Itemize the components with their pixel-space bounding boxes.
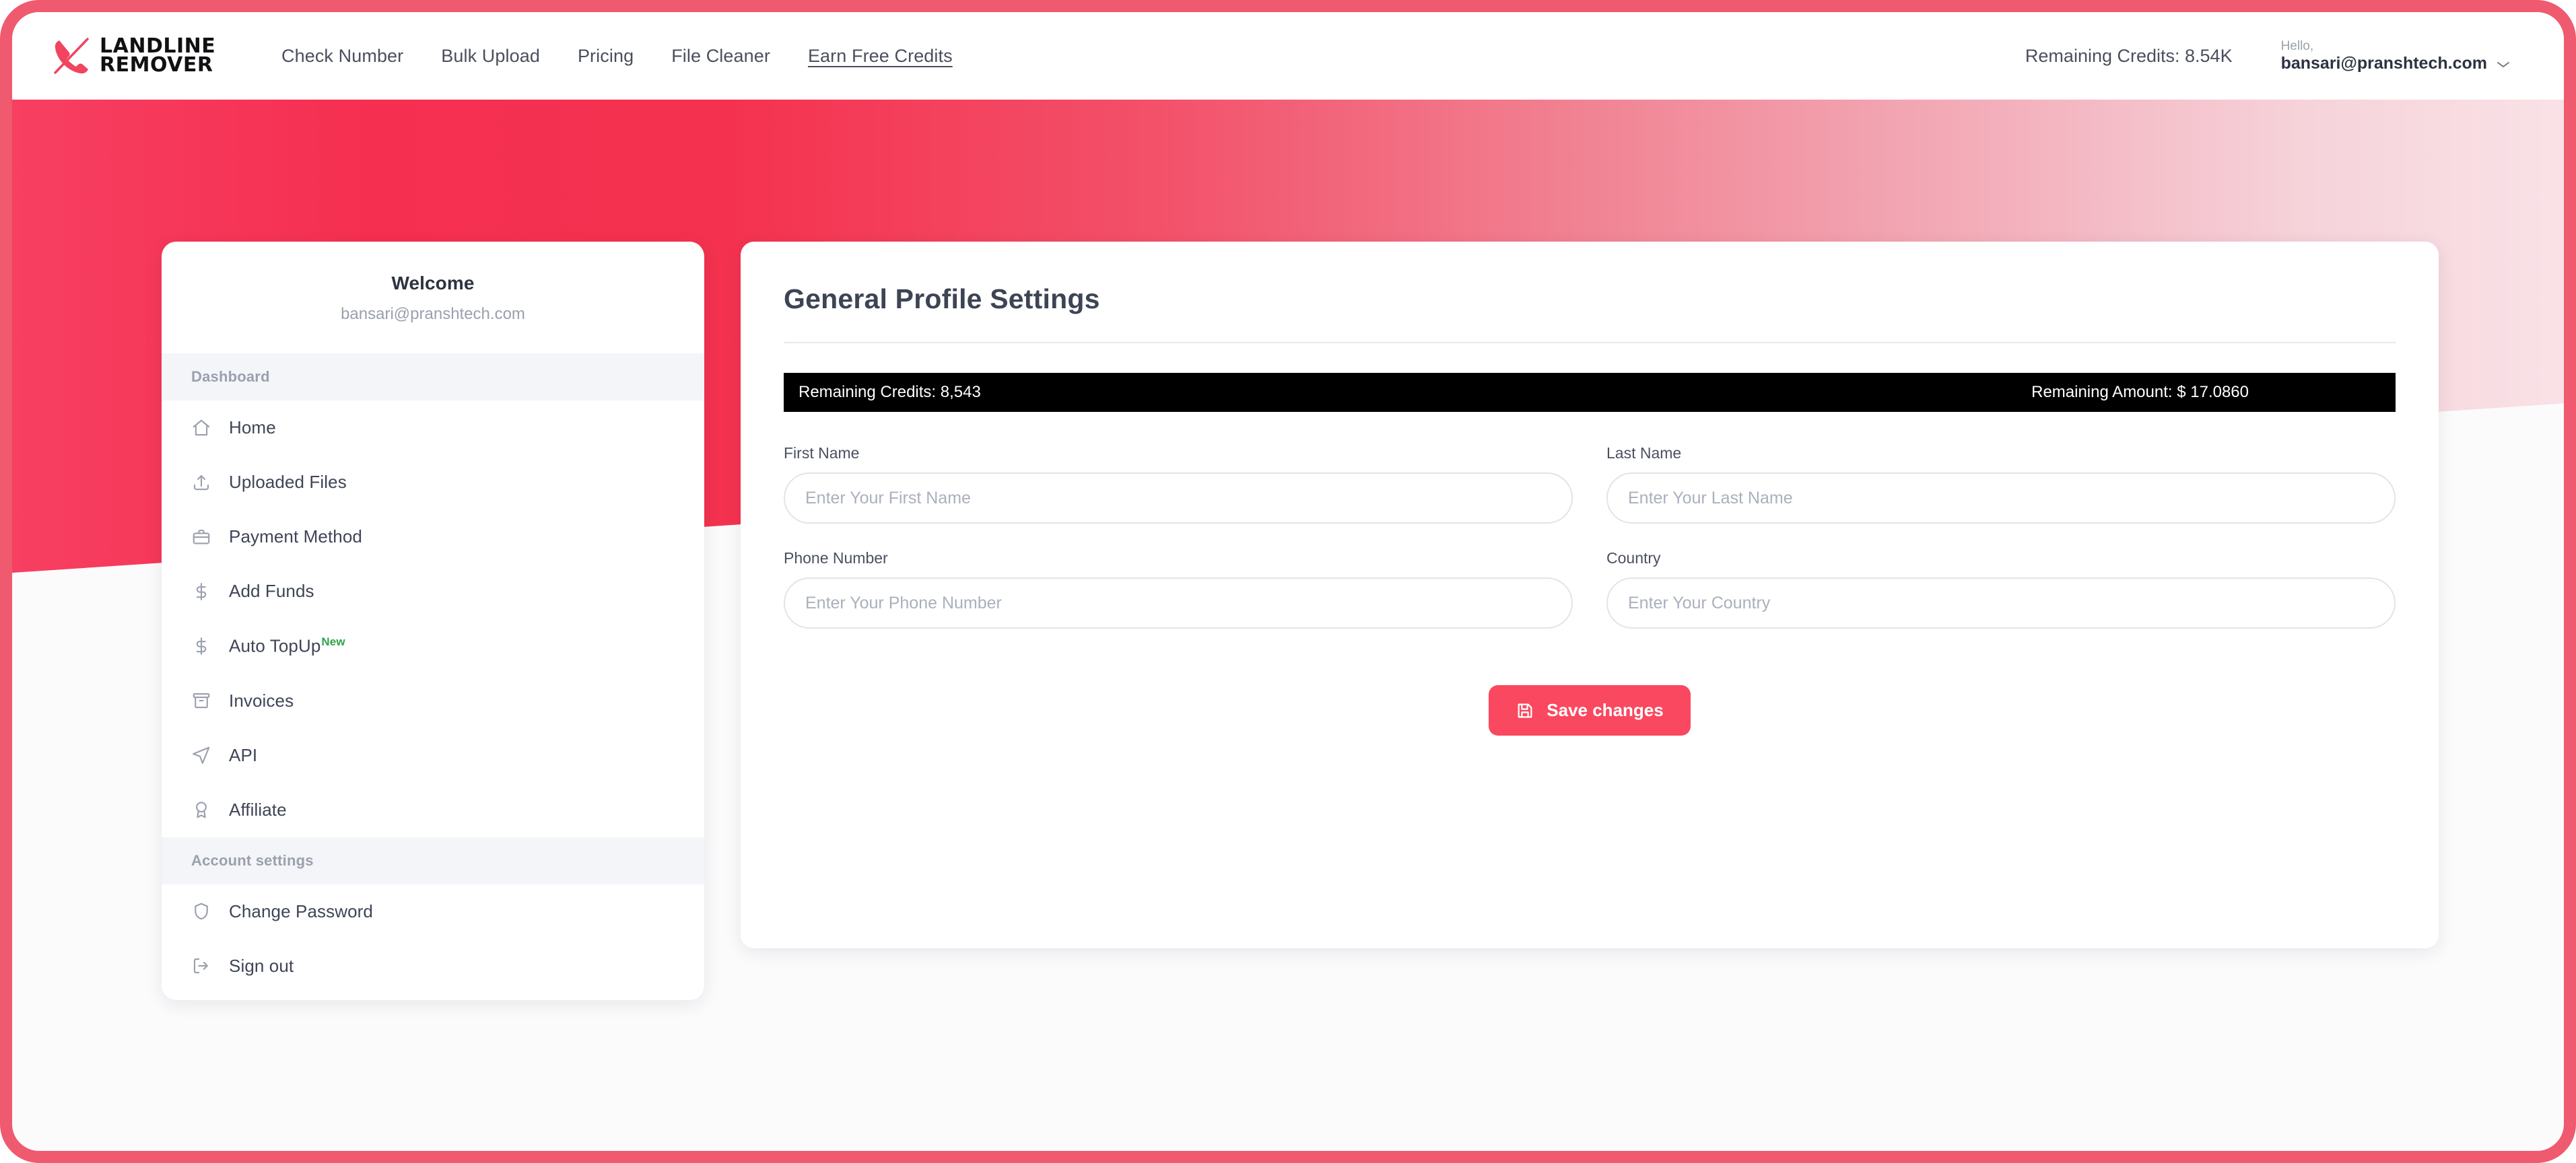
nav-link-bulk-upload[interactable]: Bulk Upload: [441, 46, 540, 67]
sidebar-welcome-block: Welcome bansari@pranshtech.com: [162, 242, 704, 353]
field-country: Country: [1606, 549, 2396, 629]
nav-link-pricing[interactable]: Pricing: [578, 46, 634, 67]
sidebar: Welcome bansari@pranshtech.com Dashboard…: [162, 242, 704, 1000]
save-changes-label: Save changes: [1547, 700, 1664, 720]
logo[interactable]: LANDLINE REMOVER: [46, 31, 248, 81]
sidebar-item-auto-topup[interactable]: Auto TopUpNew: [162, 619, 704, 674]
shield-icon: [191, 901, 211, 921]
sidebar-item-payment-method[interactable]: Payment Method: [162, 509, 704, 564]
field-phone-number: Phone Number: [784, 549, 1573, 629]
stat-remaining-credits: Remaining Credits: 8,543: [799, 383, 981, 401]
save-changes-button[interactable]: Save changes: [1489, 685, 1691, 736]
nav-link-earn-free-credits[interactable]: Earn Free Credits: [808, 46, 953, 67]
sidebar-item-label: Uploaded Files: [229, 472, 347, 492]
welcome-title: Welcome: [391, 273, 475, 293]
nav-link-check-number[interactable]: Check Number: [281, 46, 403, 67]
field-label-phone-number: Phone Number: [784, 549, 888, 567]
site-header: LANDLINE REMOVER Check Number Bulk Uploa…: [12, 12, 2564, 100]
sidebar-item-label: Auto TopUpNew: [229, 635, 345, 656]
new-badge: New: [321, 635, 345, 648]
sidebar-item-sign-out[interactable]: Sign out: [162, 939, 704, 993]
phone-slash-icon: [46, 31, 96, 81]
sidebar-item-invoices[interactable]: Invoices: [162, 674, 704, 728]
page-content: Welcome bansari@pranshtech.com Dashboard…: [12, 100, 2564, 1151]
hello-label: Hello,: [2280, 38, 2314, 53]
page-title: General Profile Settings: [784, 283, 1100, 314]
field-label-country: Country: [1606, 549, 1661, 567]
archive-icon: [191, 691, 211, 711]
welcome-email: bansari@pranshtech.com: [341, 305, 525, 323]
briefcase-icon: [191, 527, 211, 547]
dollar-icon: [191, 636, 211, 656]
profile-settings-card: General Profile Settings Remaining Credi…: [741, 242, 2439, 948]
sidebar-item-label: Affiliate: [229, 799, 287, 820]
award-icon: [191, 800, 211, 820]
title-divider: [784, 342, 2396, 343]
first-name-input[interactable]: [784, 472, 1573, 524]
field-first-name: First Name: [784, 444, 1573, 524]
account-row: bansari@pranshtech.com: [2281, 54, 2510, 73]
browser-frame: LANDLINE REMOVER Check Number Bulk Uploa…: [0, 0, 2576, 1163]
stats-bar: Remaining Credits: 8,543 Remaining Amoun…: [784, 373, 2396, 412]
send-icon: [191, 745, 211, 765]
sidebar-item-change-password[interactable]: Change Password: [162, 884, 704, 939]
sidebar-item-label: Sign out: [229, 955, 294, 976]
country-input[interactable]: [1606, 577, 2396, 629]
sidebar-item-label: Invoices: [229, 690, 294, 711]
dollar-icon: [191, 582, 211, 602]
header-right: Remaining Credits: 8.54K Hello, bansari@…: [2025, 38, 2510, 74]
field-last-name: Last Name: [1606, 444, 2396, 524]
logo-wordmark: LANDLINE REMOVER: [100, 36, 215, 77]
sidebar-item-home[interactable]: Home: [162, 400, 704, 455]
field-label-first-name: First Name: [784, 444, 860, 462]
sidebar-section-dashboard-heading: Dashboard: [162, 353, 704, 400]
sidebar-item-add-funds[interactable]: Add Funds: [162, 564, 704, 619]
save-row: Save changes: [741, 685, 2439, 736]
stat-remaining-amount: Remaining Amount: $ 17.0860: [2031, 383, 2249, 401]
account-menu[interactable]: Hello, bansari@pranshtech.com: [2281, 38, 2510, 74]
last-name-input[interactable]: [1606, 472, 2396, 524]
account-email: bansari@pranshtech.com: [2280, 54, 2487, 73]
field-label-last-name: Last Name: [1606, 444, 1682, 462]
sidebar-item-label: Change Password: [229, 901, 373, 921]
sidebar-item-affiliate[interactable]: Affiliate: [162, 783, 704, 837]
sidebar-item-api[interactable]: API: [162, 728, 704, 783]
home-icon: [191, 418, 211, 438]
sidebar-item-label: Payment Method: [229, 526, 362, 547]
logout-icon: [191, 956, 211, 976]
phone-number-input[interactable]: [784, 577, 1573, 629]
sidebar-section-account-settings-heading: Account settings: [162, 837, 704, 884]
profile-form: First Name Last Name Phone Number Countr…: [784, 444, 2396, 629]
sidebar-item-uploaded-files[interactable]: Uploaded Files: [162, 455, 704, 509]
main-nav: Check Number Bulk Upload Pricing File Cl…: [281, 46, 953, 67]
sidebar-item-label: Home: [229, 417, 276, 437]
nav-link-file-cleaner[interactable]: File Cleaner: [671, 46, 770, 67]
chevron-down-icon[interactable]: [2497, 60, 2510, 68]
logo-line-2: REMOVER: [100, 53, 213, 77]
upload-icon: [191, 472, 211, 493]
save-disk-icon: [1516, 701, 1534, 720]
remaining-credits-label: Remaining Credits: 8.54K: [2025, 45, 2233, 66]
sidebar-item-label: API: [229, 744, 258, 765]
sidebar-item-label: Add Funds: [229, 581, 314, 601]
